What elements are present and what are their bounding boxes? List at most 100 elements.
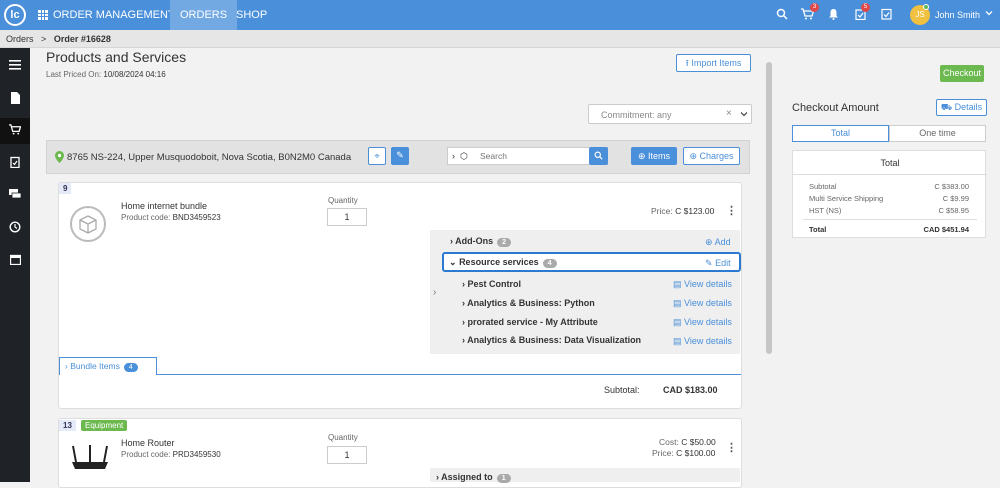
checklist-icon[interactable]	[879, 8, 893, 22]
cart-badge: 3	[810, 3, 819, 12]
import-items-label: Import Items	[691, 58, 742, 68]
summary-title: Total	[880, 158, 900, 168]
chevron-right-icon: ›	[436, 472, 439, 482]
product-code-value: PRD3459530	[172, 450, 221, 459]
service-row[interactable]: › Analytics & Business: Python	[462, 298, 595, 308]
view-details-label: View details	[684, 336, 732, 346]
upload-icon: ⭱	[685, 58, 689, 68]
summary-divider	[803, 219, 977, 220]
add-addon-link[interactable]: ⊕ Add	[705, 237, 731, 248]
summary-value: C $58.95	[938, 206, 969, 215]
summary-label: Multi Service Shipping	[809, 194, 884, 203]
add-charges-button[interactable]: ⊕ Charges	[683, 147, 740, 165]
user-menu-chevron-icon[interactable]	[982, 8, 996, 22]
chat-icon[interactable]	[8, 189, 22, 203]
last-priced-label: Last Priced On:	[46, 70, 102, 79]
service-row[interactable]: › prorated service - My Attribute	[462, 317, 598, 327]
apps-grid-icon[interactable]	[38, 10, 48, 20]
expand-chevron-icon[interactable]: ›	[452, 151, 455, 161]
resource-services-count: 4	[542, 259, 557, 268]
nav-shop-tab[interactable]: SHOP	[236, 0, 267, 30]
document-icon: ▤	[673, 298, 682, 308]
price-value: C $100.00	[676, 448, 716, 458]
assigned-to-label: Assigned to	[441, 472, 493, 482]
chevron-down-icon: ⌄	[449, 257, 457, 267]
view-details-link[interactable]: ▤ View details	[673, 279, 732, 290]
tab-total[interactable]: Total	[792, 125, 889, 142]
view-details-link[interactable]: ▤ View details	[673, 317, 732, 328]
bell-icon[interactable]	[826, 8, 840, 22]
tasks-badge: 5	[861, 3, 870, 12]
equipment-tag: Equipment	[81, 420, 128, 431]
nav-orders-tab[interactable]: ORDERS	[170, 0, 238, 30]
checkout-summary-table: Total Subtotal C $383.00 Multi Service S…	[792, 150, 987, 238]
user-name[interactable]: John Smith	[935, 0, 980, 30]
main-scrollbar[interactable]	[766, 62, 772, 354]
item-more-vertical-icon[interactable]: ⋮	[726, 204, 737, 217]
summary-divider	[793, 174, 987, 175]
bundle-items-tab[interactable]: › Bundle Items 4	[59, 357, 157, 375]
online-status-dot	[923, 4, 929, 10]
search-button[interactable]	[589, 147, 608, 165]
last-priced-value: 10/08/2024 04:16	[103, 70, 166, 79]
item-more-vertical-icon[interactable]: ⋮	[726, 441, 737, 454]
view-details-label: View details	[684, 317, 732, 327]
clear-x-icon[interactable]: ×	[726, 108, 732, 119]
search-input[interactable]	[480, 150, 580, 162]
item-number-badge: 9	[59, 183, 72, 194]
add-link-label: Add	[714, 237, 731, 247]
import-items-button[interactable]: ⭱ Import Items	[676, 54, 751, 72]
item-number-badge: 13	[59, 420, 76, 431]
calendar-icon[interactable]	[8, 254, 22, 268]
invoice-icon[interactable]	[8, 92, 22, 106]
app-logo[interactable]: lc	[4, 4, 26, 26]
view-details-link[interactable]: ▤ View details	[673, 298, 732, 309]
last-priced: Last Priced On: 10/08/2024 04:16	[46, 70, 166, 79]
truck-icon: ⛟	[940, 102, 953, 112]
location-pin-icon: ⌖	[374, 151, 380, 161]
commitment-select[interactable]: Commitment: any ×	[588, 104, 752, 124]
checkout-amount-title: Checkout Amount	[792, 102, 879, 114]
hamburger-menu-icon[interactable]	[8, 60, 22, 74]
service-row[interactable]: › Pest Control	[462, 279, 521, 289]
addons-row[interactable]: › Add-Ons 2	[450, 236, 512, 247]
clipboard-icon[interactable]	[8, 156, 22, 170]
search-box[interactable]: › ⬡	[447, 147, 608, 165]
document-icon: ▤	[673, 279, 682, 289]
quantity-input[interactable]: 1	[327, 208, 367, 226]
clock-icon[interactable]	[8, 221, 22, 235]
bundle-divider	[59, 374, 741, 375]
product-code-label: Product code:	[121, 450, 171, 459]
subtotal-value: CAD $183.00	[663, 385, 718, 395]
view-details-label: View details	[684, 298, 732, 308]
add-items-button[interactable]: ⊕ Items	[631, 147, 677, 165]
bundle-items-count: 4	[123, 363, 138, 372]
quantity-input[interactable]: 1	[327, 446, 367, 464]
location-button[interactable]: ⌖	[368, 147, 386, 165]
edit-address-button[interactable]: ✎	[391, 147, 409, 165]
view-details-label: View details	[684, 279, 732, 289]
assigned-to-row[interactable]: › Assigned to 1	[436, 472, 511, 483]
edit-resources-link[interactable]: ✎ Edit	[705, 258, 731, 269]
summary-label: Subtotal	[809, 182, 837, 191]
item-price: Price: C $100.00	[652, 448, 715, 458]
chevron-right-icon: ›	[65, 361, 68, 371]
service-row[interactable]: › Analytics & Business: Data Visualizati…	[462, 335, 641, 345]
breadcrumb-orders-link[interactable]: Orders	[6, 34, 34, 44]
details-button[interactable]: ⛟ Details	[936, 99, 987, 116]
service-name: Pest Control	[467, 279, 522, 289]
service-name: Analytics & Business: Python	[467, 298, 595, 308]
resource-services-header[interactable]: ⌄ Resource services 4	[449, 257, 557, 268]
chevron-right-icon: ›	[450, 236, 453, 246]
view-details-link[interactable]: ▤ View details	[673, 336, 732, 347]
cart-nav-icon[interactable]	[8, 124, 22, 138]
pencil-icon: ✎	[396, 150, 404, 160]
chevron-down-icon[interactable]	[740, 110, 748, 120]
plus-circle-icon: ⊕	[637, 151, 646, 161]
collapse-pane-chevron-icon[interactable]: ›	[433, 287, 436, 298]
left-sidebar	[0, 48, 30, 482]
document-icon: ▤	[673, 336, 682, 346]
tab-one-time[interactable]: One time	[889, 125, 986, 142]
search-icon[interactable]	[775, 8, 789, 22]
checkout-button[interactable]: Checkout	[940, 65, 984, 82]
